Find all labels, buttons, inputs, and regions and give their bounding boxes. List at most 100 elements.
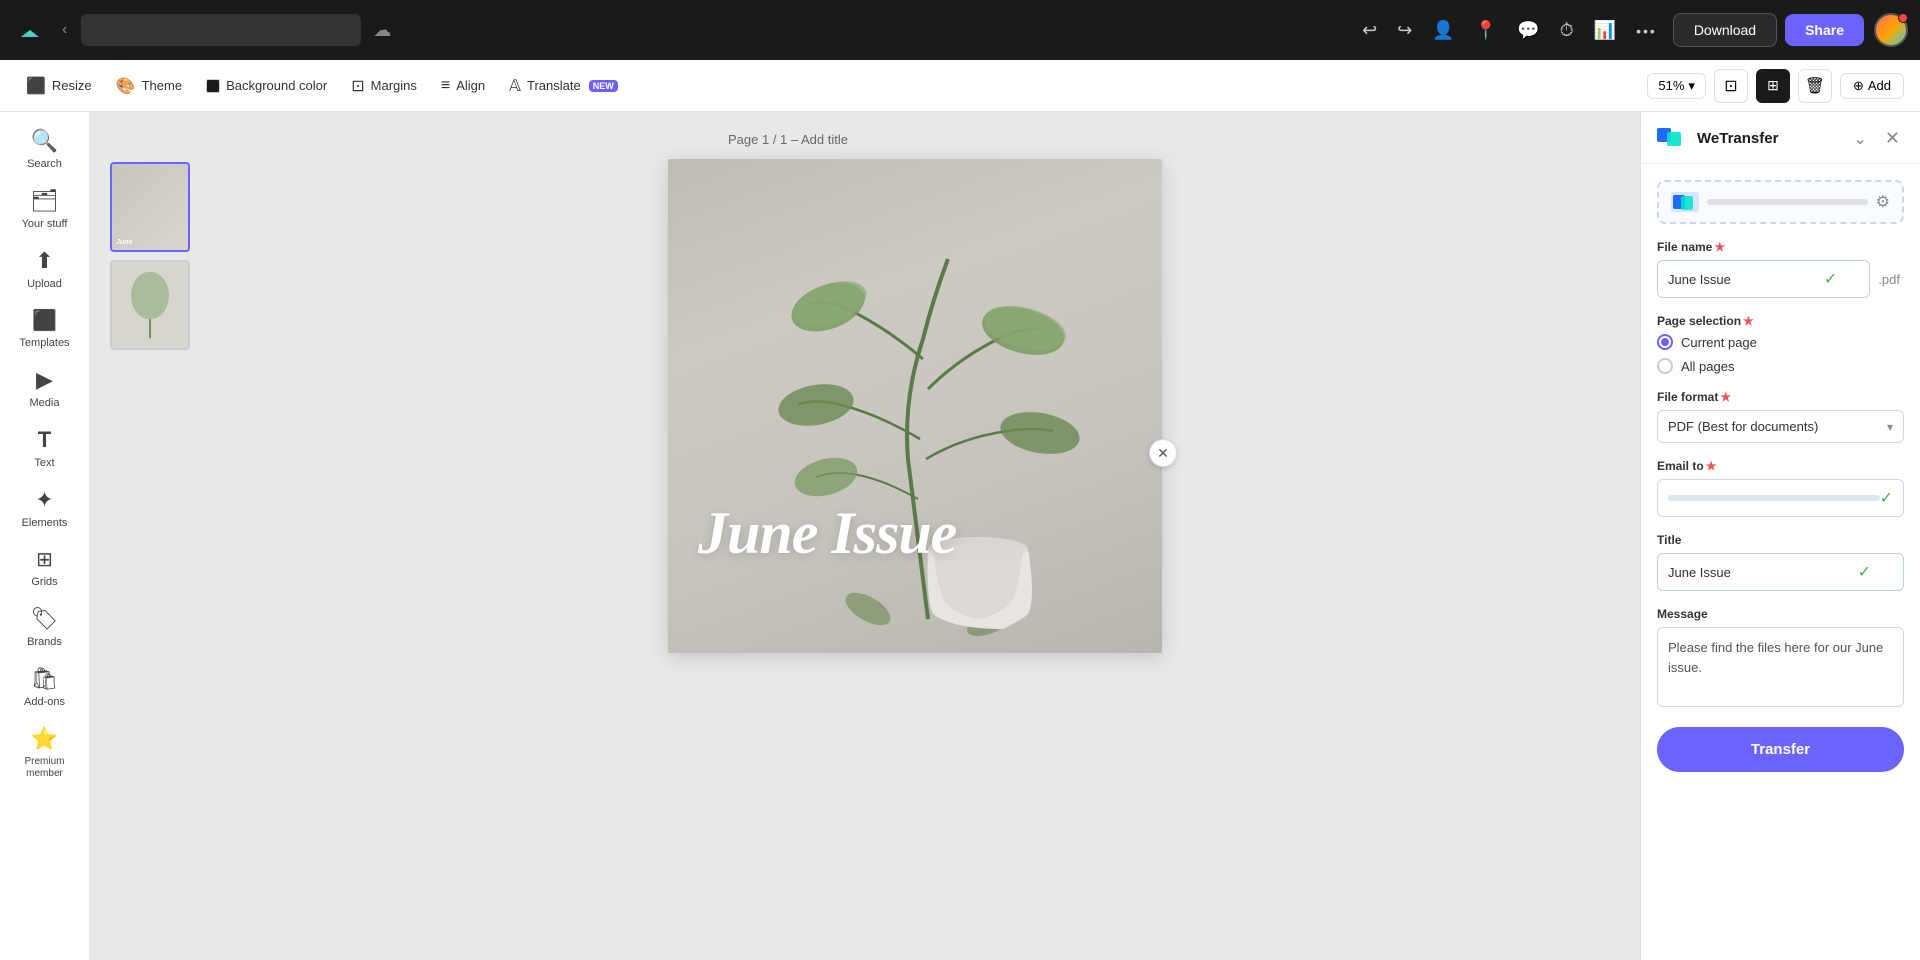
back-button[interactable]: ‹ [56,15,73,45]
page-selection-label: Page selection ★ [1657,314,1904,328]
radio-current-page[interactable]: Current page [1657,334,1904,350]
file-format-value: PDF (Best for documents) [1668,419,1818,434]
radio-all-pages-dot [1657,358,1673,374]
upload-area[interactable]: ⚙ [1657,180,1904,224]
toolbar-right: 51% ▾ ⊡ ⊞ 🗑 ⊕ Add [1647,69,1904,103]
message-label: Message [1657,607,1904,621]
message-group: Message Please find the files here for o… [1657,607,1904,707]
select-arrow-icon: ▾ [1887,420,1893,434]
email-to-label: Email to ★ [1657,459,1904,473]
canvas-wrapper: Page 1 / 1 – Add title [668,132,1162,653]
email-to-required: ★ [1706,459,1717,473]
sidebar-item-premium-label: Premium member [13,756,77,780]
sidebar-item-text[interactable]: T Text [7,419,83,477]
upload-settings-icon[interactable]: ⚙ [1876,192,1890,212]
resize-button[interactable]: ⬛ Resize [16,70,102,102]
panel-header: WeTransfer ⌄ ✕ [1641,112,1920,164]
delete-button[interactable]: 🗑 [1798,69,1832,103]
email-to-input[interactable]: ✓ [1657,479,1904,517]
more-icon: ••• [1636,23,1657,39]
margins-button[interactable]: ⊡ Margins [341,70,427,102]
zoom-value: 51% [1658,78,1684,93]
media-icon: ▶ [36,367,53,393]
email-to-group: Email to ★ ✓ [1657,459,1904,517]
file-name-group: File name ★ June Issue ✓ .pdf [1657,240,1904,298]
panel-body: ⚙ File name ★ June Issue ✓ .pdf [1641,164,1920,788]
present-button[interactable]: 📍 [1467,14,1505,47]
thumbnail-strip: June [110,162,190,350]
radio-all-pages[interactable]: All pages [1657,358,1904,374]
file-name-label: File name ★ [1657,240,1904,254]
theme-button[interactable]: 🎨 Theme [106,70,192,102]
upload-icon: ⬆ [35,248,53,274]
file-format-select[interactable]: PDF (Best for documents) ▾ [1657,410,1904,443]
bg-color-label: Background color [226,78,327,93]
sidebar-item-templates[interactable]: ⬛ Templates [7,300,83,357]
thumbnail-1[interactable]: June [110,162,190,252]
more-button[interactable]: ••• [1628,14,1665,47]
panel-collapse-button[interactable]: ⌄ [1848,127,1873,151]
sidebar-item-addons[interactable]: 🛍 Add-ons [7,658,83,716]
upload-area-icon [1671,192,1699,212]
text-icon: T [38,427,51,453]
download-button[interactable]: Download [1673,13,1777,47]
sidebar-item-your-stuff[interactable]: 🗂 Your stuff [7,180,83,238]
grids-icon: ⊞ [36,547,53,572]
wetransfer-panel: WeTransfer ⌄ ✕ ⚙ File name ★ [1640,112,1920,960]
your-stuff-icon: 🗂 [31,188,59,214]
sidebar-item-media[interactable]: ▶ Media [7,359,83,417]
collaborators-button[interactable]: 👤 [1424,14,1462,47]
page-view-button[interactable]: ⊡ [1714,69,1748,103]
page-label[interactable]: Page 1 / 1 – Add title [728,132,848,147]
templates-icon: ⬛ [32,308,57,333]
panel-close-button[interactable]: ✕ [1881,126,1904,151]
transfer-button[interactable]: Transfer [1657,727,1904,772]
add-button[interactable]: ⊕ Add [1840,73,1904,99]
avatar[interactable] [1874,13,1908,47]
file-format-group: File format ★ PDF (Best for documents) ▾ [1657,390,1904,443]
radio-current-page-label: Current page [1681,335,1757,350]
app-logo[interactable] [12,12,48,48]
undo-button[interactable]: ↩ [1354,14,1385,47]
background-color-button[interactable]: Background color [196,72,337,99]
zoom-control[interactable]: 51% ▾ [1647,73,1706,99]
sidebar-item-elements-label: Elements [22,517,68,529]
file-name-row: June Issue ✓ .pdf [1657,260,1904,298]
theme-label: Theme [142,78,182,93]
search-icon: 🔍 [31,128,58,154]
sidebar-item-grids[interactable]: ⊞ Grids [7,539,83,596]
translate-button[interactable]: 𝔸 Translate NEW [499,70,628,102]
sidebar-item-brands[interactable]: 🏷 Brands [7,598,83,656]
bg-color-swatch [206,79,220,93]
sidebar-item-upload[interactable]: ⬆ Upload [7,240,83,298]
comments-button[interactable]: 💬 [1509,14,1547,47]
timer-button[interactable]: ⏱ [1552,14,1582,47]
sidebar-item-search[interactable]: 🔍 Search [7,120,83,178]
canvas-container: June Issue ✕ [668,159,1162,653]
margins-label: Margins [371,78,417,93]
file-name-input[interactable]: June Issue ✓ [1657,260,1870,298]
sidebar-item-premium[interactable]: ⭐ Premium member [7,718,83,788]
email-input-bar [1668,495,1880,501]
grid-view-button[interactable]: ⊞ [1756,69,1790,103]
align-button[interactable]: ≡ Align [431,71,495,101]
add-icon: ⊕ [1853,78,1864,94]
share-present-button[interactable]: 📊 [1586,14,1624,47]
sidebar-item-templates-label: Templates [19,337,69,349]
thumbnail-2[interactable] [110,260,190,350]
search-input[interactable] [81,14,361,46]
title-input[interactable]: June Issue ✓ [1657,553,1904,591]
sidebar-item-elements[interactable]: ✦ Elements [7,479,83,537]
radio-group: Current page All pages [1657,334,1904,374]
file-format-required: ★ [1720,390,1731,404]
message-input[interactable]: Please find the files here for our June … [1657,627,1904,707]
design-canvas[interactable]: June Issue [668,159,1162,653]
upload-progress-bar [1707,199,1868,205]
canvas-close-button[interactable]: ✕ [1149,439,1177,467]
theme-icon: 🎨 [116,76,136,96]
share-button[interactable]: Share [1785,14,1864,46]
title-value: June Issue [1668,565,1731,580]
redo-button[interactable]: ↪ [1389,14,1420,47]
left-sidebar: 🔍 Search 🗂 Your stuff ⬆ Upload ⬛ Templat… [0,112,90,960]
add-label: Add [1868,78,1891,93]
